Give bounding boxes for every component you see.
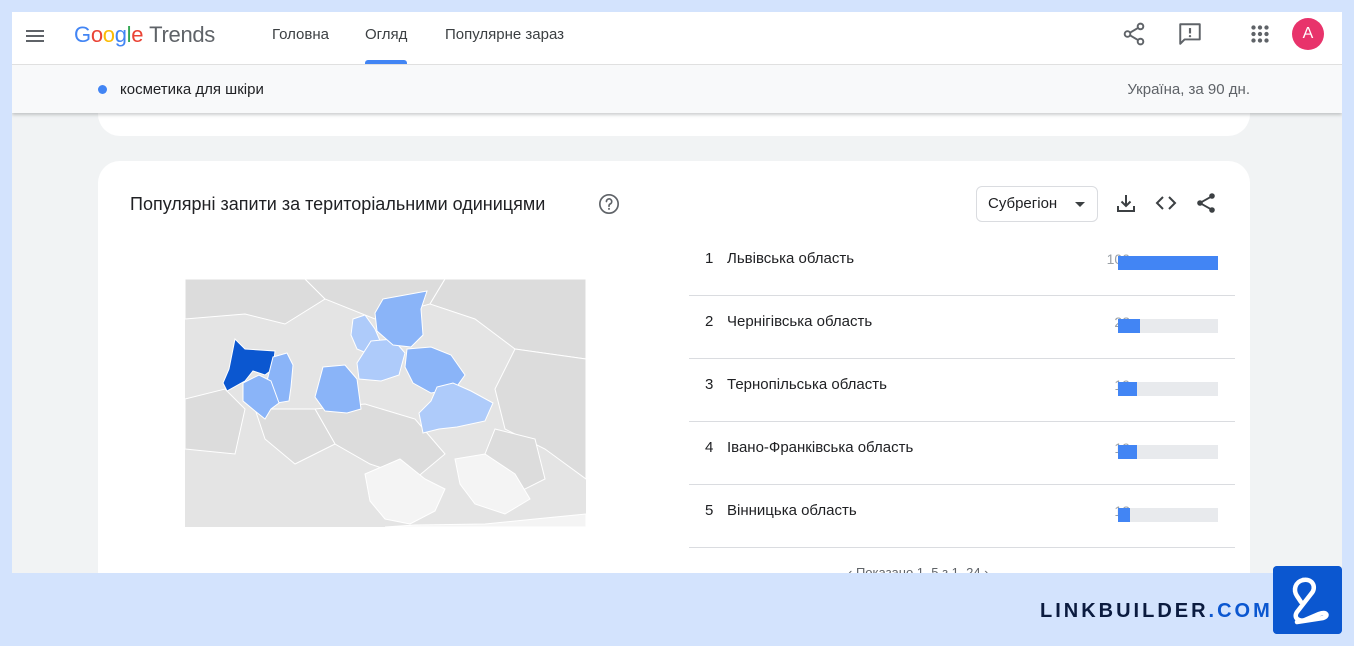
table-row[interactable]: 2 Чернігівська область 22: [689, 296, 1235, 359]
value-bar-track: [1118, 508, 1218, 522]
linkbuilder-wordmark: LINKBUILDER.COM: [1040, 600, 1273, 623]
value-bar-fill: [1118, 256, 1218, 270]
apps-icon[interactable]: [1247, 21, 1273, 47]
tab-home[interactable]: Головна: [272, 12, 329, 64]
value-bar-fill: [1118, 319, 1140, 333]
row-region-name: Львівська область: [727, 250, 855, 267]
share-icon[interactable]: [1194, 191, 1218, 215]
tab-explore[interactable]: Огляд: [365, 12, 408, 64]
brand-dot: .: [1208, 600, 1218, 622]
logo-letter: o: [102, 22, 115, 47]
brand-tld: COM: [1217, 600, 1273, 622]
pagination[interactable]: ‹ Показано 1–5 з 1–24 ›: [848, 565, 989, 573]
value-bar-fill: [1118, 445, 1137, 459]
value-bar-track: [1118, 382, 1218, 396]
subregion-dropdown[interactable]: Субрегіон: [976, 186, 1098, 222]
table-row[interactable]: 4 Івано-Франківська область 19: [689, 422, 1235, 485]
download-icon[interactable]: [1114, 191, 1138, 215]
region-ranking-list: 1 Львівська область 100 2 Чернігівська о…: [689, 233, 1235, 548]
table-row[interactable]: 5 Вінницька область 12: [689, 485, 1235, 548]
browser-viewport: Google Trends Головна Огляд Популярне зар…: [12, 12, 1342, 573]
feedback-icon[interactable]: [1177, 21, 1203, 47]
caret-down-icon: [1075, 202, 1085, 207]
row-region-name: Чернігівська область: [727, 313, 873, 330]
row-rank: 5: [705, 502, 714, 519]
card-title: Популярні запити за територіальними один…: [130, 194, 546, 214]
geo-time-scope: Україна, за 90 дн.: [1127, 81, 1250, 98]
table-row[interactable]: 3 Тернопільська область 19: [689, 359, 1235, 422]
search-term-bar: косметика для шкіри Україна, за 90 дн.: [12, 64, 1342, 113]
value-bar-fill: [1118, 382, 1137, 396]
value-bar-track: [1118, 319, 1218, 333]
share-icon[interactable]: [1121, 21, 1147, 47]
row-rank: 3: [705, 376, 714, 393]
tab-trending-now[interactable]: Популярне зараз: [445, 12, 564, 64]
row-region-name: Тернопільська область: [727, 376, 887, 393]
row-rank: 2: [705, 313, 714, 330]
row-rank: 4: [705, 439, 714, 456]
logo-letter: G: [74, 22, 91, 47]
dropdown-value: Субрегіон: [988, 195, 1058, 212]
linkbuilder-logo-icon: [1273, 566, 1342, 634]
ukraine-region-map[interactable]: [185, 279, 586, 527]
search-term-label: косметика для шкіри: [120, 81, 264, 98]
interest-by-subregion-card: Популярні запити за територіальними один…: [98, 161, 1250, 573]
row-region-name: Івано-Франківська область: [727, 439, 914, 456]
help-icon[interactable]: [598, 193, 620, 215]
brand-name: LINKBUILDER: [1040, 600, 1209, 622]
top-app-bar: Google Trends Головна Огляд Популярне зар…: [12, 12, 1342, 64]
row-region-name: Вінницька область: [727, 502, 857, 519]
embed-code-icon[interactable]: [1154, 191, 1178, 215]
logo-letter: o: [90, 22, 103, 47]
avatar[interactable]: A: [1292, 18, 1324, 50]
row-rank: 1: [705, 250, 714, 267]
value-bar-fill: [1118, 508, 1130, 522]
google-trends-logo[interactable]: Google Trends: [74, 22, 215, 48]
logo-letter: g: [114, 22, 127, 47]
term-color-dot: [98, 85, 107, 94]
logo-letter: e: [131, 22, 144, 47]
menu-icon[interactable]: [23, 24, 47, 48]
logo-trends-word: Trends: [149, 22, 216, 47]
table-row[interactable]: 1 Львівська область 100: [689, 233, 1235, 296]
value-bar-track: [1118, 445, 1218, 459]
value-bar-track: [1118, 256, 1218, 270]
